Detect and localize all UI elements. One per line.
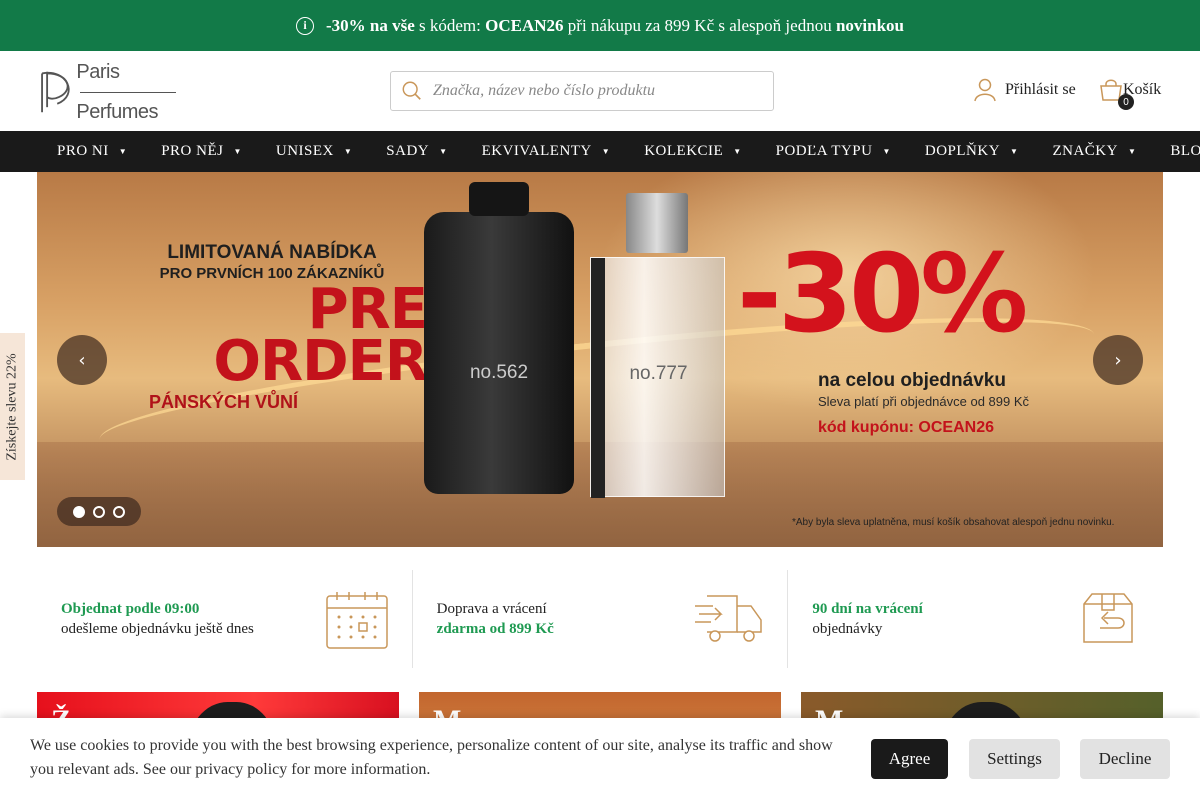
user-icon	[974, 78, 996, 102]
nav-label: EKVIVALENTY	[481, 143, 592, 159]
caret-down-icon: ▼	[882, 147, 891, 156]
nav-item-unisex[interactable]: UNISEX ▼	[276, 143, 352, 160]
search-input[interactable]	[433, 82, 753, 100]
caret-down-icon: ▼	[1010, 147, 1019, 156]
nav-item-pro-nej[interactable]: PRO NĚJ ▼	[161, 143, 242, 160]
info-icon: i	[295, 16, 314, 35]
carousel-next-button[interactable]: ›	[1093, 335, 1143, 385]
banner-celou: na celou objednávku	[818, 370, 1006, 391]
banner-footnote: *Aby byla sleva uplatněna, musí košík ob…	[792, 517, 1115, 528]
promo-discount: -30% na vše	[325, 15, 415, 35]
carousel-prev-button[interactable]: ‹	[57, 335, 107, 385]
bottle-black-label: no.562	[469, 362, 529, 383]
promo-text-1: s kódem:	[414, 15, 486, 35]
banner-panskych: PÁNSKÝCH VŮNÍ	[149, 392, 299, 412]
feature-returns: 90 dní na vrácení objednávky	[788, 570, 1163, 668]
discount-side-tab-label: Získejte slevu 22%	[4, 352, 20, 461]
calendar-icon	[326, 592, 388, 649]
banner-coupon-code: kód kupónu: OCEAN26	[818, 419, 995, 436]
login-label: Přihlásit se	[1005, 81, 1076, 98]
nav-label: SADY	[386, 143, 430, 159]
nav-item-podla-typu[interactable]: PODĽA TYPU ▼	[776, 143, 891, 160]
nav-item-kolekcie[interactable]: KOLEKCIE ▼	[644, 143, 741, 160]
nav-label: PRO NĚJ	[161, 143, 224, 159]
cookie-banner: We use cookies to provide you with the b…	[0, 718, 1200, 800]
main-nav: PRO NI ▼ PRO NĚJ ▼ UNISEX ▼ SADY ▼ EKVIVALEN…	[0, 131, 1200, 172]
login-link[interactable]: Přihlásit se	[974, 78, 1076, 102]
search-icon	[402, 81, 421, 100]
carousel-dots	[57, 497, 141, 526]
cart-count-badge: 0	[1118, 94, 1134, 110]
agree-button[interactable]: Agree	[871, 739, 948, 779]
bottle-black: no.562	[424, 182, 574, 494]
nav-label: KOLEKCIE	[644, 143, 724, 159]
search-box[interactable]	[390, 71, 774, 111]
settings-button[interactable]: Settings	[969, 739, 1060, 779]
carousel-dot-1[interactable]	[73, 505, 85, 518]
promo-bar: i -30% na vše s kódem: OCEAN26 při nákup…	[0, 0, 1200, 51]
banner-sleva: Sleva platí při objednávce od 899 Kč	[818, 394, 1030, 409]
promo-novinkou: novinkou	[835, 15, 904, 35]
carousel-dot-3[interactable]	[113, 505, 125, 518]
delivery-truck-icon	[694, 595, 762, 642]
caret-down-icon: ▼	[1127, 147, 1137, 156]
nav-item-ekvivalenty[interactable]: EKVIVALENTY ▼	[482, 143, 611, 160]
cookie-text: We use cookies to provide you with the b…	[30, 737, 833, 778]
nav-item-pro-ni[interactable]: PRO NI ▼	[57, 143, 127, 160]
cart-button[interactable]: 0 Košík	[1099, 78, 1161, 110]
feature-free-shipping: Doprava a vrácení zdarma od 899 Kč	[413, 570, 789, 668]
promo-text-2: při nákupu za 899 Kč s alespoň jednou	[563, 15, 836, 35]
caret-down-icon: ▼	[601, 147, 611, 156]
promo-code: OCEAN26	[485, 15, 564, 35]
bottle-clear: no.777	[590, 193, 725, 498]
logo-line-1: Paris	[76, 62, 197, 102]
nav-label: DOPLŇKY	[924, 143, 1001, 159]
nav-item-doplnky[interactable]: DOPLŇKY ▼	[925, 143, 1019, 160]
banner-preorder: PRE ORDER	[137, 282, 428, 394]
nav-label: ZNAČKY	[1052, 143, 1118, 159]
banner-percent: -30%	[737, 232, 1028, 357]
logo-mark-icon	[41, 71, 70, 113]
nav-label: PRO NI	[57, 143, 109, 159]
features-row: Objednat podle 09:00 odešleme objednávku…	[37, 570, 1163, 668]
logo-text: Paris Perfumes	[76, 62, 197, 122]
logo[interactable]: Paris Perfumes	[37, 62, 197, 122]
nav-label: BLOG	[1170, 143, 1200, 159]
decline-button[interactable]: Decline	[1080, 739, 1170, 779]
chevron-left-icon: ‹	[78, 349, 86, 371]
nav-item-sady[interactable]: SADY ▼	[386, 143, 447, 160]
bottle-clear-label: no.777	[629, 363, 688, 384]
discount-side-tab[interactable]: Získejte slevu 22%	[0, 333, 25, 480]
site-header: Paris Perfumes Přihlásit se 0 Košík	[0, 51, 1200, 131]
nav-label: PODĽA TYPU	[775, 143, 873, 159]
return-box-icon	[1083, 593, 1134, 643]
caret-down-icon: ▼	[733, 147, 742, 156]
caret-down-icon: ▼	[118, 147, 128, 156]
chevron-right-icon: ›	[1114, 349, 1122, 371]
caret-down-icon: ▼	[343, 147, 353, 156]
caret-down-icon: ▼	[233, 147, 242, 156]
hero-banner[interactable]: LIMITOVANÁ NABÍDKA PRO PRVNÍCH 100 ZÁKAZ…	[37, 172, 1163, 547]
nav-item-znacky[interactable]: ZNAČKY ▼	[1052, 143, 1136, 160]
caret-down-icon: ▼	[439, 147, 448, 156]
banner-order: ORDER	[213, 329, 428, 394]
carousel-dot-2[interactable]	[93, 505, 105, 518]
nav-label: UNISEX	[275, 143, 334, 159]
banner-limit-line1: LIMITOVANÁ NABÍDKA	[167, 242, 377, 263]
logo-line-2: Perfumes	[76, 101, 158, 123]
nav-item-blog[interactable]: BLOG	[1170, 143, 1200, 160]
feature-order-time: Objednat podle 09:00 odešleme objednávku…	[37, 570, 413, 668]
